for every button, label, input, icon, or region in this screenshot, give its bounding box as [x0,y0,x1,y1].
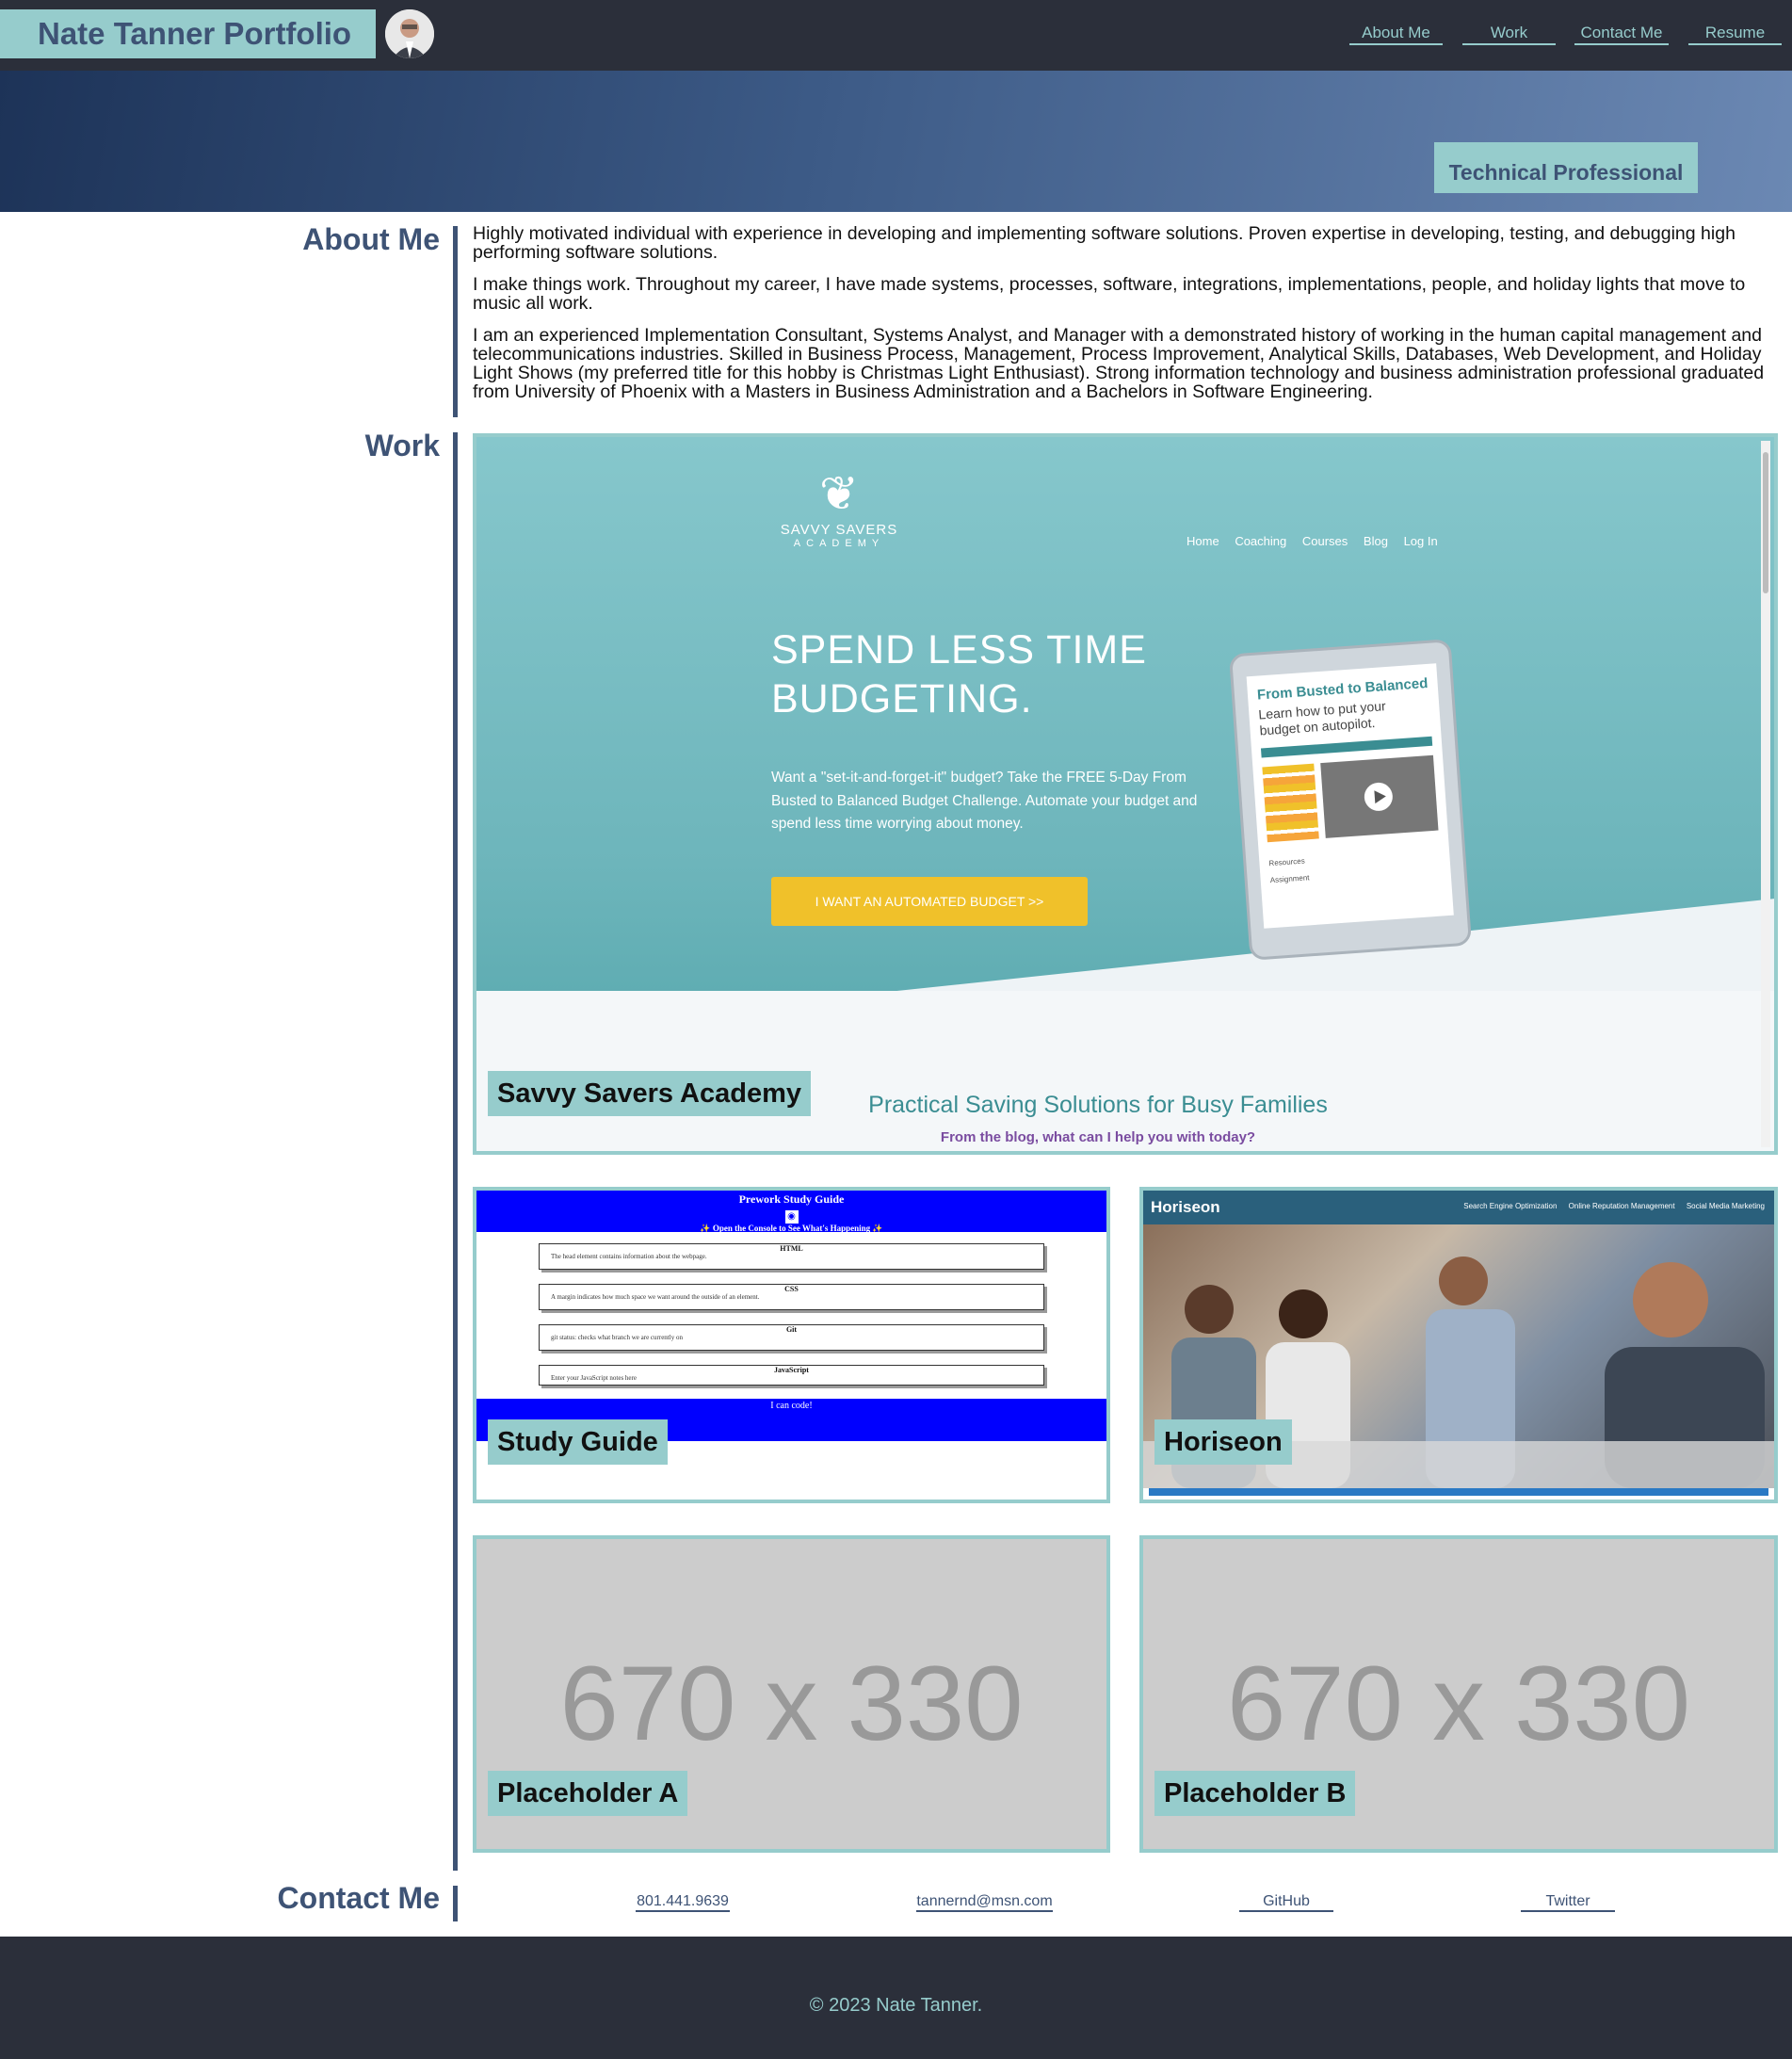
horiseon-brand: Horiseon [1151,1198,1220,1216]
scroll-thumb[interactable] [1763,452,1768,593]
contact-github-link[interactable]: GitHub [1239,1893,1333,1912]
video-thumbnail [1320,754,1439,838]
tree-icon: ❦ [819,467,859,520]
savvy-nav-item: Home [1187,534,1219,548]
savvy-logo-sub: ACADEMY [793,538,885,549]
savvy-headline: SPEND LESS TIME BUDGETING. [771,625,1147,723]
tablet-list [1262,763,1319,843]
savvy-preview: ❦ SAVVY SAVERS ACADEMY Home Coaching Cou… [476,437,1774,1151]
project-card-savvy-savers[interactable]: ❦ SAVVY SAVERS ACADEMY Home Coaching Cou… [473,433,1778,1155]
tablet-video [1262,754,1439,843]
about-paragraph: I make things work. Throughout my career… [473,274,1746,314]
profile-avatar [385,9,434,58]
placeholder-size-text: 670 x 330 [559,1645,1024,1762]
contact-twitter-link[interactable]: Twitter [1521,1893,1615,1912]
study-guide-preview: Prework Study Guide ◉ ✨ Open the Console… [476,1191,1106,1441]
about-divider [453,226,458,417]
savvy-blog-line: From the blog, what can I help you with … [940,1129,1256,1145]
project-label: Study Guide [488,1419,668,1465]
savvy-tagline: Practical Saving Solutions for Busy Fami… [868,1092,1328,1118]
section-heading: Git [785,1325,798,1334]
study-guide-logo-icon: ◉ [476,1207,1106,1224]
study-guide-section: JavaScript Enter your JavaScript notes h… [539,1365,1044,1386]
study-guide-section: HTML The head element contains informati… [539,1243,1044,1270]
tablet-bar [1260,736,1433,758]
copyright-text: © 2023 Nate Tanner. [809,1995,983,2016]
about-paragraph: Highly motivated individual with experie… [473,223,1735,263]
placeholder-size-text: 670 x 330 [1227,1645,1690,1762]
savvy-headline-line: SPEND LESS TIME [771,627,1147,673]
project-card-placeholder-a[interactable]: 670 x 330 Placeholder A [473,1535,1110,1853]
horiseon-nav-item: Online Reputation Management [1568,1202,1675,1210]
project-card-study-guide[interactable]: Prework Study Guide ◉ ✨ Open the Console… [473,1187,1110,1503]
about-text: Highly motivated individual with experie… [473,224,1780,414]
project-label: Savvy Savers Academy [488,1071,811,1116]
section-line: The head element contains information ab… [551,1253,707,1260]
play-icon [1364,782,1393,811]
section-heading: CSS [784,1285,799,1293]
savvy-logo: ❦ SAVVY SAVERS ACADEMY [773,465,905,549]
study-guide-body: HTML The head element contains informati… [476,1232,1106,1399]
horiseon-strip [1149,1488,1768,1496]
tablet-screen: From Busted to Balanced Learn how to put… [1246,663,1454,929]
savvy-nav-item: Coaching [1235,534,1287,548]
contact-section-title: Contact Me [277,1881,440,1915]
work-divider [453,432,458,1871]
avatar-photo-icon [385,9,434,58]
nav-about-me[interactable]: About Me [1349,24,1443,45]
section-line: A margin indicates how much space we wan… [551,1293,760,1301]
study-guide-section: Git git status: checks what branch we ar… [539,1324,1044,1351]
study-guide-section: CSS A margin indicates how much space we… [539,1284,1044,1310]
tablet-mockup: From Busted to Balanced Learn how to put… [1228,639,1473,961]
savvy-headline-line: BUDGETING. [771,676,1033,721]
study-guide-title: Prework Study Guide [738,1192,845,1206]
page-footer: © 2023 Nate Tanner. [0,1937,1792,2059]
savvy-nav-item: Blog [1363,534,1388,548]
savvy-nav: Home Coaching Courses Blog Log In [1187,534,1450,548]
section-heading: HTML [780,1244,803,1253]
savvy-body: Want a "set-it-and-forget-it" budget? Ta… [771,770,1198,832]
project-label: Placeholder A [488,1771,688,1816]
work-section-title: Work [364,429,440,462]
project-label: Horiseon [1154,1419,1292,1465]
horiseon-nav-item: Social Media Marketing [1686,1202,1765,1210]
project-card-placeholder-b[interactable]: 670 x 330 Placeholder B [1139,1535,1778,1853]
contact-email-link[interactable]: tannernd@msn.com [916,1893,1053,1912]
savvy-nav-item: Courses [1301,534,1348,548]
horiseon-nav-item: Search Engine Optimization [1463,1202,1558,1210]
contact-phone-link[interactable]: 801.441.9639 [636,1893,730,1912]
hero-badge: Technical Professional [1434,142,1698,193]
about-section-title: About Me [302,222,440,256]
horiseon-nav: Search Engine Optimization Online Reputa… [1454,1202,1765,1210]
project-label: Placeholder B [1154,1771,1356,1816]
nav-contact-me[interactable]: Contact Me [1574,24,1669,45]
about-paragraph: I am an experienced Implementation Consu… [473,325,1765,402]
study-guide-footer: I can code! [770,1401,813,1411]
project-card-horiseon[interactable]: Horiseon Search Engine Optimization Onli… [1139,1187,1778,1503]
section-heading: JavaScript [774,1366,809,1374]
contact-divider [453,1886,458,1921]
nav-resume[interactable]: Resume [1688,24,1782,45]
savvy-cta-button: I WANT AN AUTOMATED BUDGET >> [771,877,1088,926]
section-line: git status: checks what branch we are cu… [551,1334,683,1341]
nav-work[interactable]: Work [1462,24,1556,45]
section-line: Enter your JavaScript notes here [551,1374,637,1382]
top-header: Nate Tanner Portfolio About Me Work Cont… [0,0,1792,71]
savvy-logo-name: SAVVY SAVERS [780,522,898,538]
preview-scrollbar[interactable] [1761,441,1770,1147]
savvy-nav-item: Log In [1403,534,1438,548]
site-brand[interactable]: Nate Tanner Portfolio [0,9,376,58]
horiseon-header: Horiseon Search Engine Optimization Onli… [1143,1191,1774,1224]
